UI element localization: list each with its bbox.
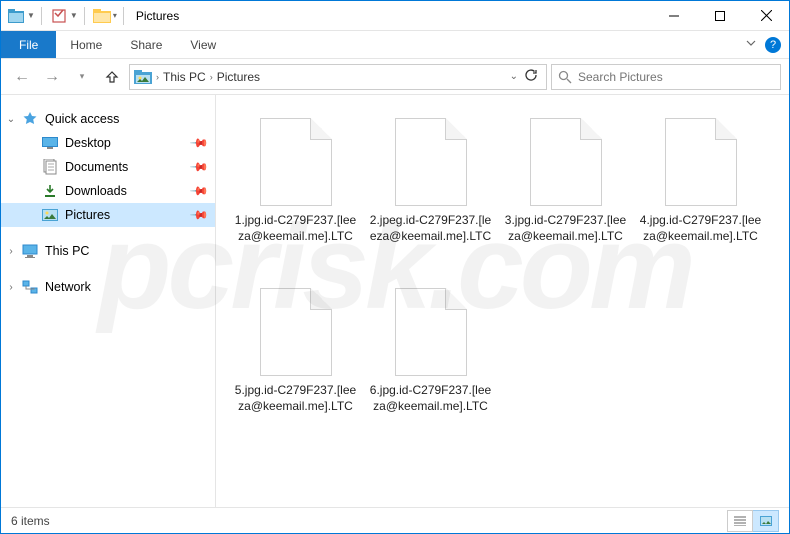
file-name: 3.jpg.id-C279F237.[leeza@keemail.me].LTC	[503, 212, 628, 244]
downloads-icon	[41, 183, 59, 199]
file-name: 6.jpg.id-C279F237.[leeza@keemail.me].LTC	[368, 382, 493, 414]
pictures-folder-icon	[134, 70, 152, 84]
breadcrumb-pictures[interactable]: Pictures	[217, 70, 260, 84]
star-icon	[21, 111, 39, 127]
search-input[interactable]	[578, 70, 774, 84]
qat-dropdown2-icon[interactable]: ▼	[70, 11, 78, 20]
expand-icon[interactable]: ›	[1, 282, 21, 293]
file-icon	[260, 118, 332, 206]
pin-icon: 📌	[189, 181, 209, 201]
close-button[interactable]	[743, 1, 789, 31]
chevron-right-icon[interactable]: ›	[156, 72, 159, 82]
explorer-icon	[5, 5, 27, 27]
file-item[interactable]: 5.jpg.id-C279F237.[leeza@keemail.me].LTC	[228, 281, 363, 451]
minimize-button[interactable]	[651, 1, 697, 31]
desktop-icon	[41, 135, 59, 151]
tree-pictures[interactable]: Pictures 📌	[1, 203, 215, 227]
tree-this-pc[interactable]: › This PC	[1, 239, 215, 263]
recent-dropdown-icon[interactable]: ▾	[69, 64, 95, 90]
folder-dropdown-icon[interactable]: ▾	[113, 11, 117, 20]
file-icon	[665, 118, 737, 206]
file-icon	[395, 118, 467, 206]
address-dropdown-icon[interactable]: ⌄	[510, 71, 518, 82]
tree-network[interactable]: › Network	[1, 275, 215, 299]
pc-icon	[21, 243, 39, 259]
title-bar: ▼ ▼ ▾ Pictures	[1, 1, 789, 31]
tab-share[interactable]: Share	[116, 31, 176, 58]
pictures-icon	[41, 207, 59, 223]
address-bar[interactable]: › This PC › Pictures ⌄	[129, 64, 547, 90]
search-icon	[558, 70, 572, 84]
search-box[interactable]	[551, 64, 781, 90]
documents-icon	[41, 159, 59, 175]
file-name: 4.jpg.id-C279F237.[leeza@keemail.me].LTC	[638, 212, 763, 244]
file-item[interactable]: 4.jpg.id-C279F237.[leeza@keemail.me].LTC	[633, 111, 768, 281]
window-title: Pictures	[130, 9, 179, 23]
file-item[interactable]: 2.jpeg.id-C279F237.[leeza@keemail.me].LT…	[363, 111, 498, 281]
file-item[interactable]: 1.jpg.id-C279F237.[leeza@keemail.me].LTC	[228, 111, 363, 281]
file-icon	[530, 118, 602, 206]
file-item[interactable]: 6.jpg.id-C279F237.[leeza@keemail.me].LTC	[363, 281, 498, 451]
collapse-icon[interactable]: ⌄	[1, 114, 21, 125]
details-view-button[interactable]	[727, 510, 753, 532]
tab-home[interactable]: Home	[56, 31, 116, 58]
file-item[interactable]: 3.jpg.id-C279F237.[leeza@keemail.me].LTC	[498, 111, 633, 281]
tree-downloads[interactable]: Downloads 📌	[1, 179, 215, 203]
network-icon	[21, 279, 39, 295]
ribbon: File Home Share View ?	[1, 31, 789, 59]
breadcrumb-this-pc[interactable]: This PC	[163, 70, 206, 84]
up-button[interactable]	[99, 64, 125, 90]
file-name: 2.jpeg.id-C279F237.[leeza@keemail.me].LT…	[368, 212, 493, 244]
large-icons-view-button[interactable]	[753, 510, 779, 532]
file-name: 1.jpg.id-C279F237.[leeza@keemail.me].LTC	[233, 212, 358, 244]
status-bar: 6 items	[1, 507, 789, 533]
tree-quick-access[interactable]: ⌄ Quick access	[1, 107, 215, 131]
back-button[interactable]: ←	[9, 64, 35, 90]
ribbon-expand-icon[interactable]	[745, 37, 757, 52]
tab-view[interactable]: View	[176, 31, 230, 58]
file-list[interactable]: 1.jpg.id-C279F237.[leeza@keemail.me].LTC…	[216, 95, 789, 509]
forward-button[interactable]: →	[39, 64, 65, 90]
pin-icon: 📌	[189, 157, 209, 177]
pin-icon: 📌	[189, 133, 209, 153]
help-icon[interactable]: ?	[765, 37, 781, 53]
file-tab[interactable]: File	[1, 31, 56, 58]
file-name: 5.jpg.id-C279F237.[leeza@keemail.me].LTC	[233, 382, 358, 414]
file-icon	[395, 288, 467, 376]
tree-desktop[interactable]: Desktop 📌	[1, 131, 215, 155]
maximize-button[interactable]	[697, 1, 743, 31]
tree-documents[interactable]: Documents 📌	[1, 155, 215, 179]
refresh-icon[interactable]	[524, 68, 538, 85]
properties-icon[interactable]	[48, 5, 70, 27]
chevron-right-icon[interactable]: ›	[210, 72, 213, 82]
navigation-tree: ⌄ Quick access Desktop 📌 Documents	[1, 95, 216, 509]
pin-icon: 📌	[189, 205, 209, 225]
folder-icon[interactable]	[91, 5, 113, 27]
file-icon	[260, 288, 332, 376]
item-count: 6 items	[11, 514, 50, 528]
nav-bar: ← → ▾ › This PC › Pictures ⌄	[1, 59, 789, 95]
expand-icon[interactable]: ›	[1, 246, 21, 257]
qat-dropdown-icon[interactable]: ▼	[27, 11, 35, 20]
